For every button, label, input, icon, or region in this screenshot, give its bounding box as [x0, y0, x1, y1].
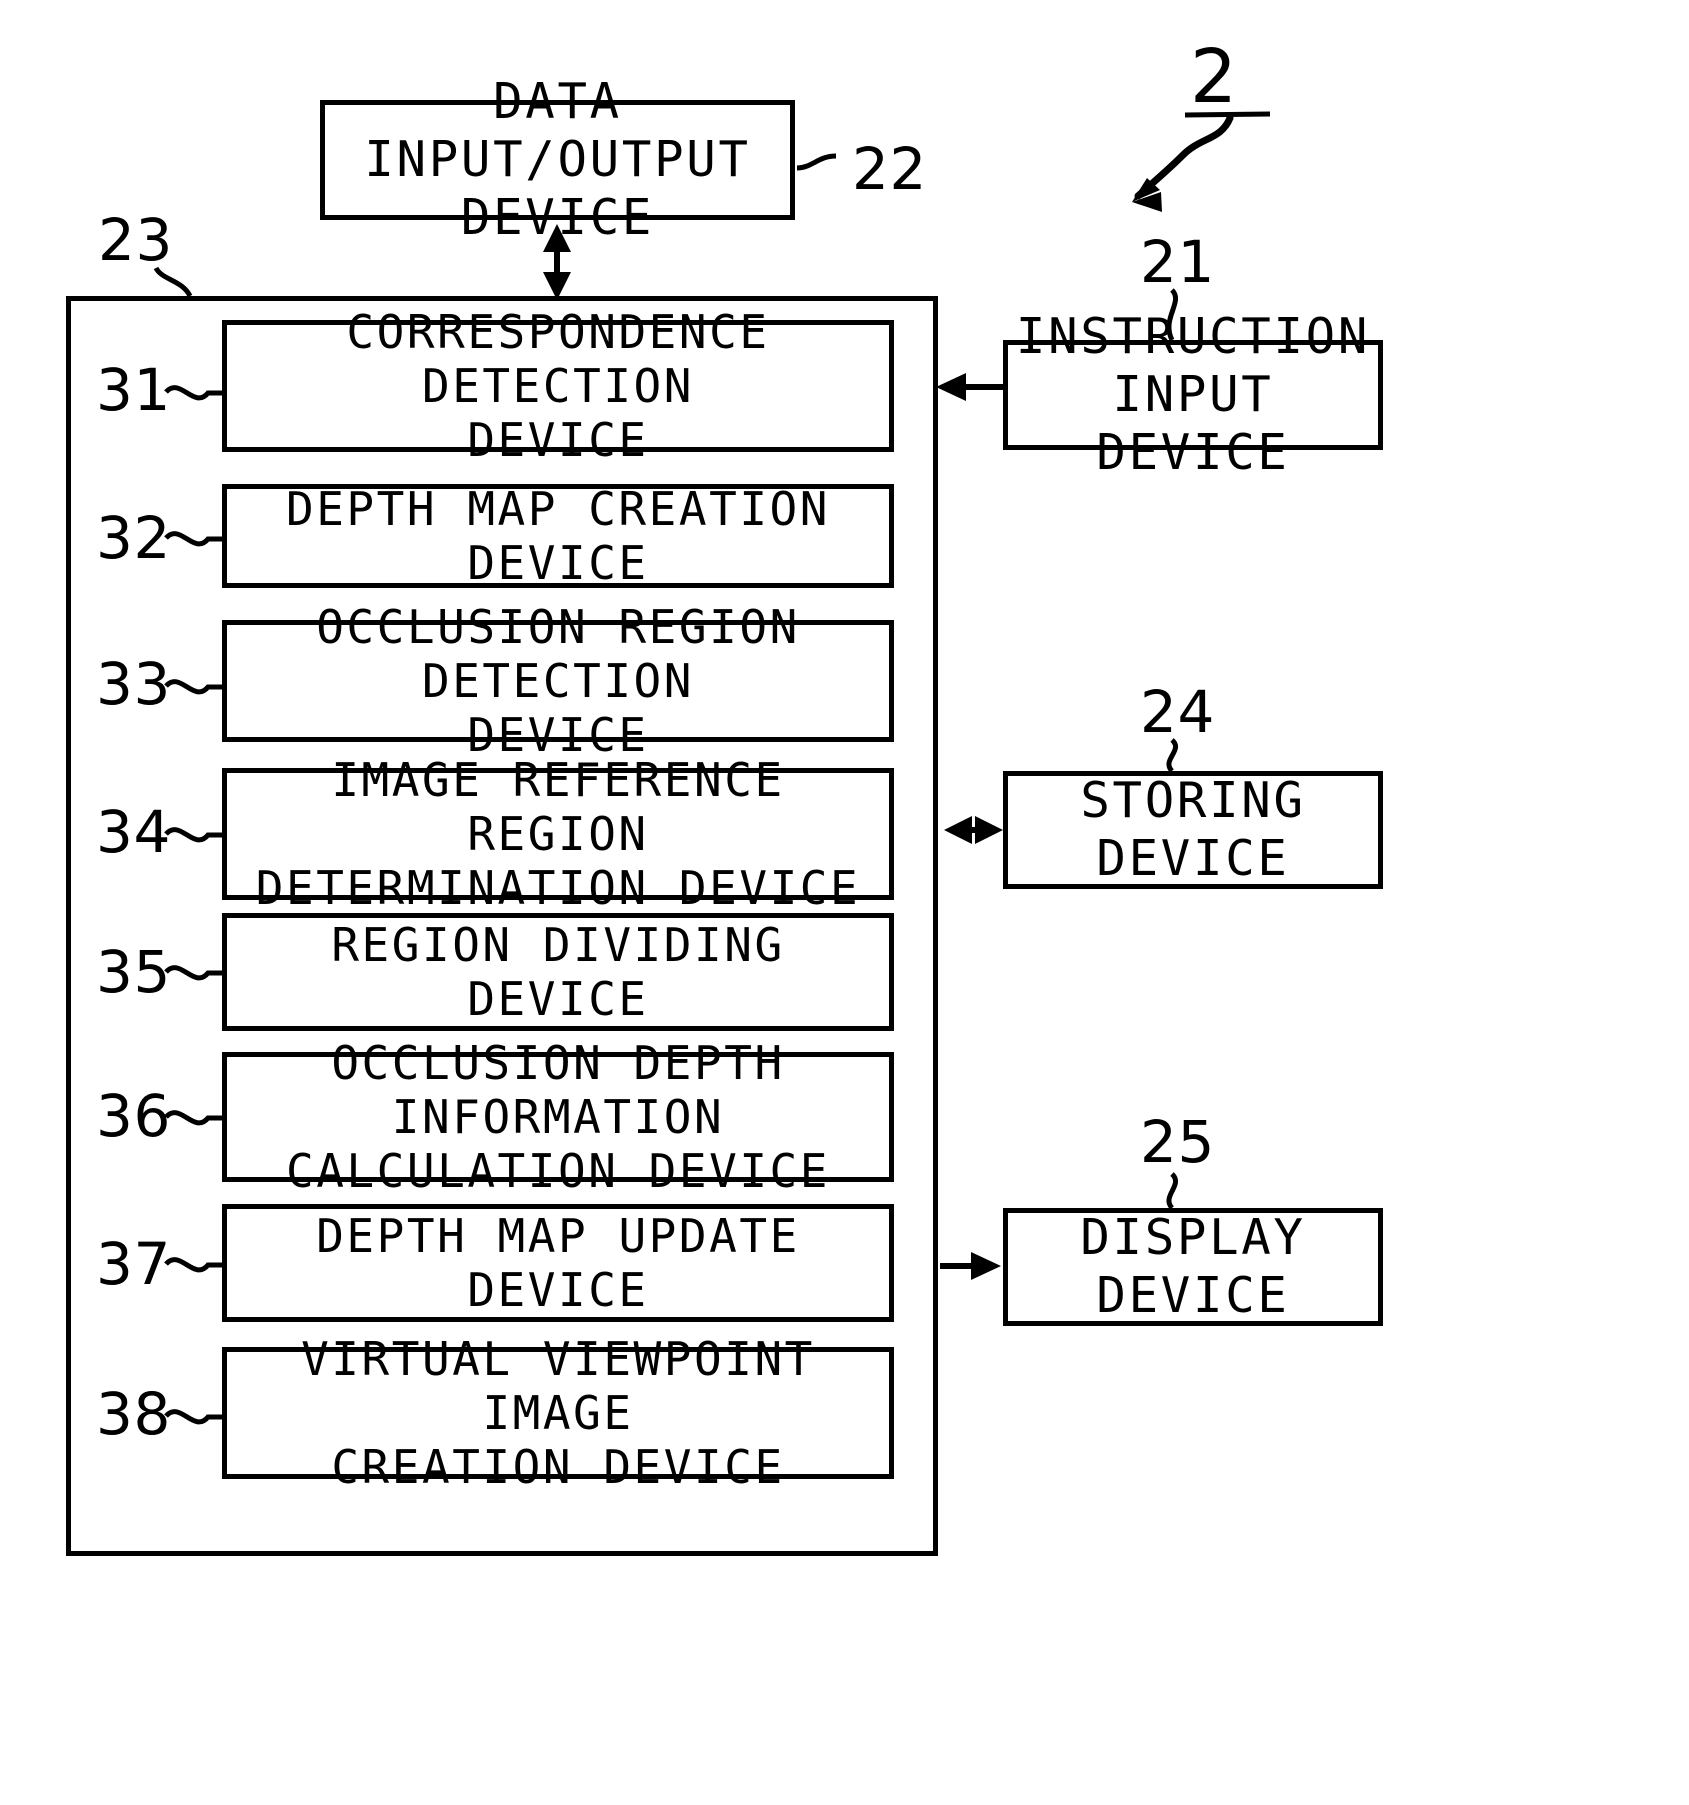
virtual-viewpoint-image-creation-device-box[interactable]: VIRTUAL VIEWPOINT IMAGE CREATION DEVICE [222, 1332, 894, 1494]
reference-numeral-22: 22 [852, 135, 927, 203]
reference-numeral-25: 25 [1140, 1108, 1215, 1176]
region-dividing-device-label: REGION DIVIDING DEVICE [331, 917, 785, 1026]
reference-numeral-21: 21 [1140, 228, 1215, 296]
patent-figure: 2 DATA INPUT/OUTPUT DEVICE 22 23 CORRESP… [0, 0, 1689, 1805]
instruction-input-device-label: INSTRUCTION INPUT DEVICE [1015, 308, 1371, 481]
depth-map-creation-device-box[interactable]: DEPTH MAP CREATION DEVICE [222, 481, 894, 590]
depth-map-update-device-box[interactable]: DEPTH MAP UPDATE DEVICE [222, 1204, 894, 1322]
reference-numeral-24: 24 [1140, 678, 1215, 746]
occlusion-region-detection-device-label: OCCLUSION REGION DETECTION DEVICE [316, 599, 800, 763]
image-reference-region-determination-device-box[interactable]: IMAGE REFERENCE REGION DETERMINATION DEV… [222, 753, 894, 915]
reference-numeral-23: 23 [98, 206, 173, 274]
reference-numeral-36: 36 [96, 1082, 171, 1150]
reference-numeral-31: 31 [96, 356, 171, 424]
display-device-label: DISPLAY DEVICE [1080, 1209, 1306, 1324]
occlusion-region-detection-device-box[interactable]: OCCLUSION REGION DETECTION DEVICE [222, 600, 894, 762]
instruction-input-device-box[interactable]: INSTRUCTION INPUT DEVICE [1003, 308, 1383, 481]
reference-numeral-32: 32 [96, 504, 171, 572]
image-reference-region-determination-device-label: IMAGE REFERENCE REGION DETERMINATION DEV… [255, 752, 861, 916]
reference-numeral-38: 38 [96, 1380, 171, 1448]
region-dividing-device-box[interactable]: REGION DIVIDING DEVICE [222, 913, 894, 1031]
occlusion-depth-information-calculation-device-label: OCCLUSION DEPTH INFORMATION CALCULATION … [285, 1035, 831, 1199]
main-reference-numeral: 2 [1190, 34, 1238, 120]
reference-numeral-37: 37 [96, 1230, 171, 1298]
occlusion-depth-information-calculation-device-box[interactable]: OCCLUSION DEPTH INFORMATION CALCULATION … [222, 1036, 894, 1198]
virtual-viewpoint-image-creation-device-label: VIRTUAL VIEWPOINT IMAGE CREATION DEVICE [301, 1331, 815, 1495]
correspondence-detection-device-box[interactable]: CORRESPONDENCE DETECTION DEVICE [222, 305, 894, 467]
storing-device-label: STORING DEVICE [1080, 772, 1306, 887]
data-input-output-device-label: DATA INPUT/OUTPUT DEVICE [364, 73, 751, 246]
display-device-box[interactable]: DISPLAY DEVICE [1003, 1208, 1383, 1326]
correspondence-detection-device-label: CORRESPONDENCE DETECTION DEVICE [346, 304, 770, 468]
depth-map-creation-device-label: DEPTH MAP CREATION DEVICE [285, 481, 831, 590]
reference-numeral-33: 33 [96, 650, 171, 718]
reference-numeral-35: 35 [96, 938, 171, 1006]
depth-map-update-device-label: DEPTH MAP UPDATE DEVICE [316, 1208, 800, 1317]
storing-device-box[interactable]: STORING DEVICE [1003, 771, 1383, 889]
data-input-output-device-box[interactable]: DATA INPUT/OUTPUT DEVICE [320, 73, 795, 246]
reference-numeral-34: 34 [96, 798, 171, 866]
